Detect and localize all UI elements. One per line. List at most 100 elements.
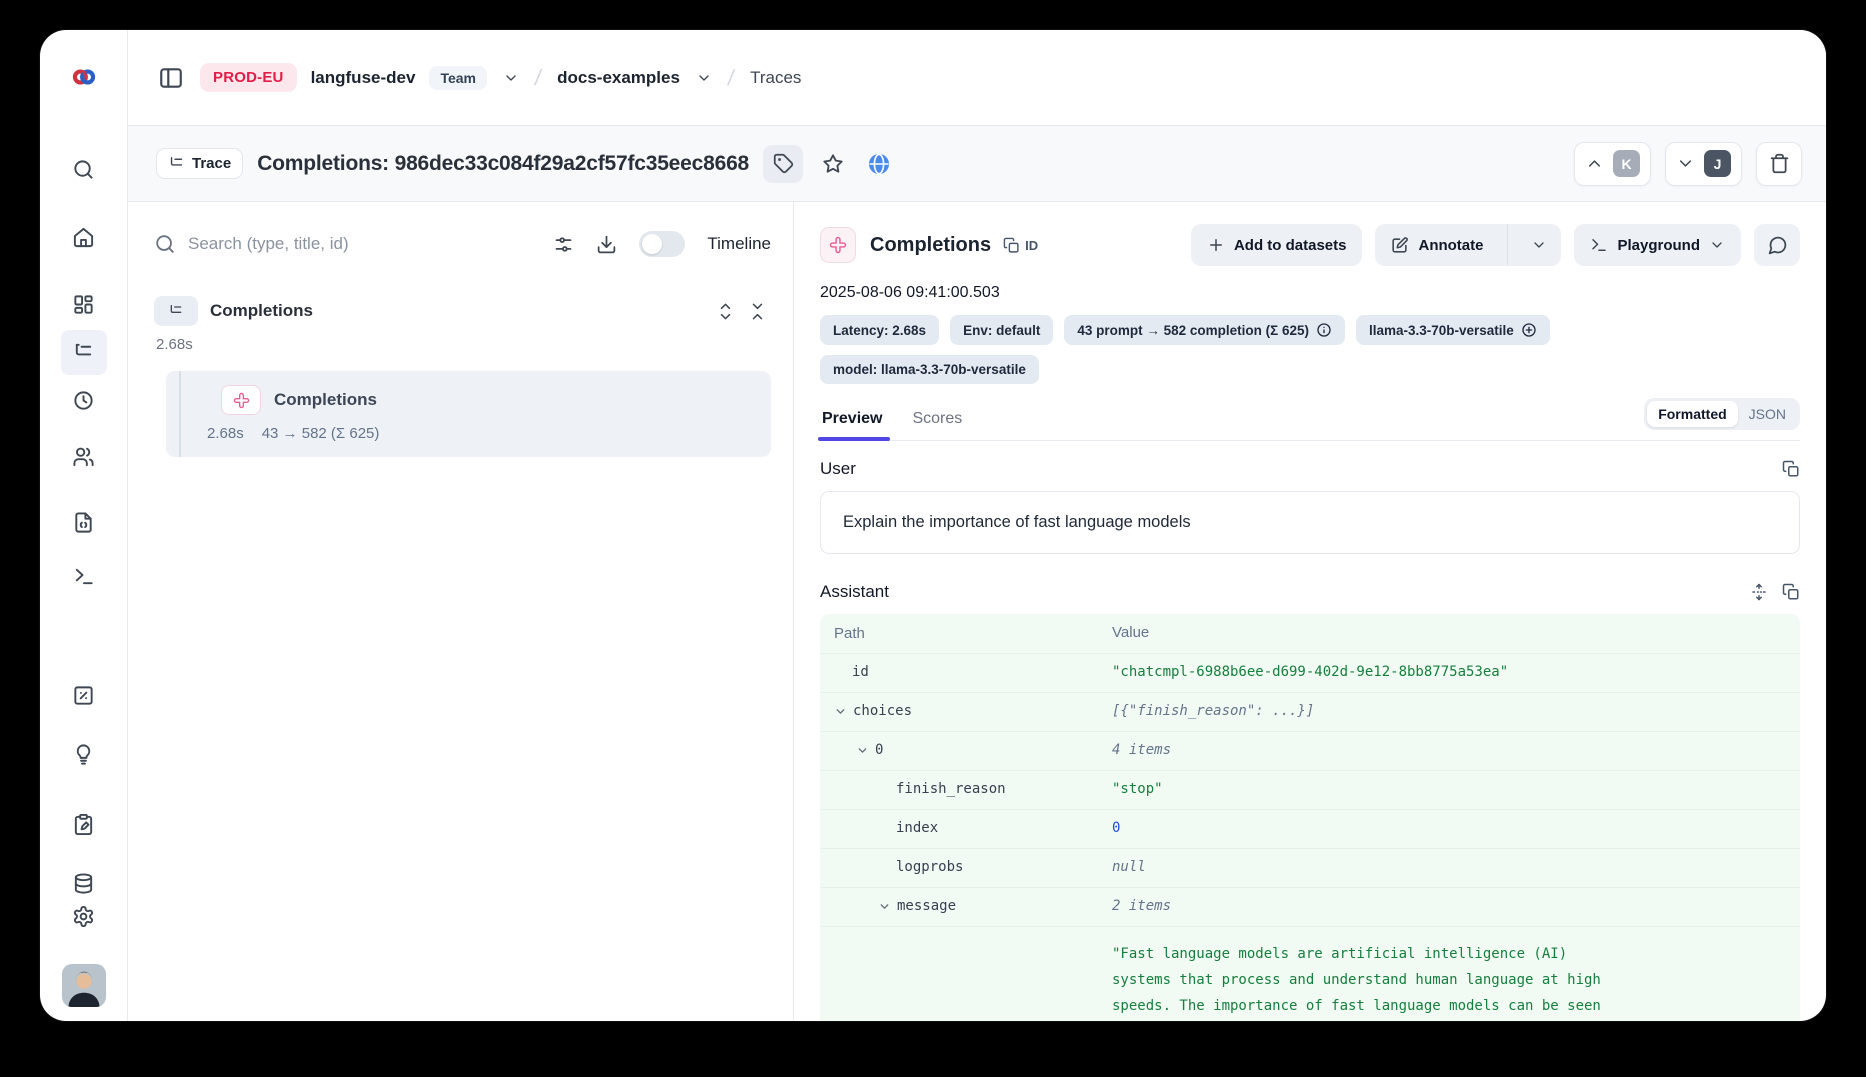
breadcrumb-section[interactable]: Traces xyxy=(750,68,801,88)
tree-child-node-selected[interactable]: Completions 2.68s 43 → 582 (Σ 625) xyxy=(166,371,771,457)
observation-title: Completions xyxy=(870,234,991,257)
json-value: null xyxy=(1112,859,1146,875)
add-to-datasets-button[interactable]: Add to datasets xyxy=(1191,224,1363,266)
chevron-down-icon xyxy=(856,744,869,757)
expand-all-icon[interactable] xyxy=(716,302,735,321)
json-table-header: Path Value xyxy=(820,614,1800,653)
annotate-button[interactable]: Annotate xyxy=(1375,224,1498,266)
json-value: 0 xyxy=(1112,820,1120,836)
knot-logo-icon xyxy=(68,61,100,93)
timeline-toggle-label: Timeline xyxy=(707,234,771,254)
badges-row-2: model: llama-3.3-70b-versatile xyxy=(820,355,1800,384)
dashboard-icon xyxy=(72,293,95,316)
format-formatted-option[interactable]: Formatted xyxy=(1647,401,1737,427)
tree-search-input[interactable] xyxy=(188,234,541,254)
users-icon xyxy=(72,445,95,468)
sidebar-item-settings[interactable] xyxy=(67,900,101,933)
download-icon[interactable] xyxy=(596,234,617,255)
list-tree-icon xyxy=(168,155,185,172)
public-share-button[interactable] xyxy=(863,145,895,183)
observation-timestamp: 2025-08-06 09:41:00.503 xyxy=(820,284,1800,302)
tree-root-node[interactable]: Completions xyxy=(154,296,771,326)
metadata-badge[interactable]: llama-3.3-70b-versatile xyxy=(1356,315,1550,345)
metadata-badge[interactable]: Env: default xyxy=(950,315,1053,345)
json-value: "stop" xyxy=(1112,781,1163,797)
generation-icon-pill xyxy=(221,385,261,415)
sidebar-item-prompts[interactable] xyxy=(67,506,101,539)
filter-sliders-icon[interactable] xyxy=(553,234,574,255)
tab-scores[interactable]: Scores xyxy=(910,404,964,440)
format-json-option[interactable]: JSON xyxy=(1738,401,1797,427)
langfuse-logo[interactable] xyxy=(40,30,127,124)
sidebar-toggle-button[interactable] xyxy=(156,63,186,93)
detail-tabs: Preview Scores Formatted JSON xyxy=(820,404,1800,441)
json-value: 4 items xyxy=(1112,742,1171,758)
playground-button[interactable]: Playground xyxy=(1574,224,1741,266)
observation-tree-panel: Timeline Completions 2.68s xyxy=(128,202,793,1021)
row-expand-chevron[interactable] xyxy=(878,900,891,913)
row-expand-chevron[interactable] xyxy=(856,744,869,757)
trash-icon xyxy=(1769,153,1790,174)
metadata-badge[interactable]: model: llama-3.3-70b-versatile xyxy=(820,355,1039,384)
sidebar-item-search[interactable] xyxy=(67,152,101,185)
unfold-vertical-icon[interactable] xyxy=(1750,583,1768,601)
timeline-toggle[interactable] xyxy=(639,231,685,257)
metadata-badge[interactable]: Latency: 2.68s xyxy=(820,315,939,345)
path-column-header: Path xyxy=(820,614,1112,642)
copy-id-button[interactable]: ID xyxy=(1003,237,1038,254)
copy-icon[interactable] xyxy=(1782,583,1800,601)
gear-icon xyxy=(72,905,95,928)
list-tree-icon xyxy=(72,341,95,364)
json-key: logprobs xyxy=(896,859,963,875)
json-row: "Fast language models are artificial int… xyxy=(820,926,1800,1021)
sidebar-item-annotation-queues[interactable] xyxy=(67,807,101,840)
user-avatar[interactable] xyxy=(62,964,106,1007)
sidebar-item-tracing[interactable] xyxy=(61,330,107,375)
assistant-label: Assistant xyxy=(820,582,889,602)
annotate-dropdown-button[interactable] xyxy=(1517,224,1561,266)
sidebar-item-datasets[interactable] xyxy=(67,867,101,900)
star-icon xyxy=(822,153,844,175)
trace-node-icon xyxy=(154,296,198,326)
badges-row-1: Latency: 2.68s Env: default 43 prompt → 58… xyxy=(820,315,1800,345)
top-bar: PROD-EU langfuse-dev Team / docs-example… xyxy=(128,30,1826,126)
app-window: PROD-EU langfuse-dev Team / docs-example… xyxy=(40,30,1826,1021)
sidebar-item-home[interactable] xyxy=(67,221,101,254)
tree-guide-line xyxy=(179,371,181,457)
json-row: id"chatcmpl-6988b6ee-d699-402d-9e12-8bb8… xyxy=(820,653,1800,692)
globe-icon xyxy=(867,152,891,176)
bookmark-star-button[interactable] xyxy=(817,145,849,183)
sidebar-item-ideas[interactable] xyxy=(67,738,101,771)
sidebar-item-dashboards[interactable] xyxy=(67,288,101,321)
comments-button[interactable] xyxy=(1754,224,1800,266)
sidebar-item-users[interactable] xyxy=(67,439,101,472)
trace-header: Trace Completions: 986dec33c084f29a2cf57… xyxy=(128,126,1826,202)
trace-title: Completions: 986dec33c084f29a2cf57fc35ee… xyxy=(257,152,749,176)
assistant-section-heading: Assistant xyxy=(820,582,1800,602)
json-key: choices xyxy=(853,703,912,719)
square-percent-icon xyxy=(72,684,95,707)
tags-button[interactable] xyxy=(763,145,803,183)
tab-preview[interactable]: Preview xyxy=(820,404,884,440)
copy-icon[interactable] xyxy=(1782,460,1800,478)
metadata-badge[interactable]: 43 prompt → 582 completion (Σ 625) xyxy=(1064,315,1345,345)
sidebar-item-playground[interactable] xyxy=(67,560,101,593)
generation-clover-icon xyxy=(233,392,250,409)
row-expand-chevron[interactable] xyxy=(834,705,847,718)
org-name[interactable]: langfuse-dev xyxy=(311,68,416,88)
next-trace-button[interactable]: J xyxy=(1665,142,1742,186)
project-chevron-down-icon[interactable] xyxy=(696,70,712,86)
breadcrumb-separator: / xyxy=(531,65,545,91)
trace-tree: Completions 2.68s Completions xyxy=(154,296,771,457)
org-chevron-down-icon[interactable] xyxy=(503,70,519,86)
sidebar-item-evaluation[interactable] xyxy=(67,679,101,712)
avatar-photo xyxy=(62,964,106,1007)
chevron-up-icon xyxy=(1585,154,1604,173)
sidebar-item-sessions[interactable] xyxy=(67,384,101,417)
content-area: Timeline Completions 2.68s xyxy=(128,202,1826,1021)
collapse-all-icon[interactable] xyxy=(748,302,767,321)
list-tree-icon xyxy=(168,303,184,319)
delete-trace-button[interactable] xyxy=(1756,142,1802,186)
project-name[interactable]: docs-examples xyxy=(557,68,680,88)
previous-trace-button[interactable]: K xyxy=(1574,142,1651,186)
